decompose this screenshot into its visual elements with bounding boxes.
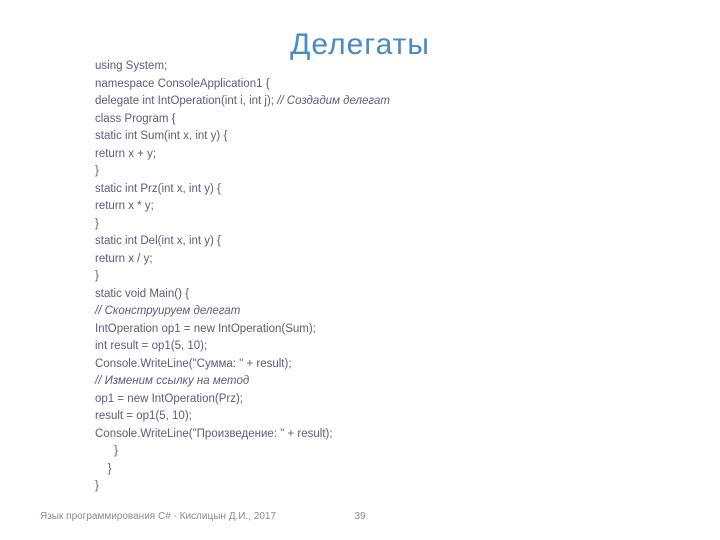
code-line: IntOperation op1 = new IntOperation(Sum)… [95, 321, 390, 339]
code-line: static int Sum(int x, int y) { [95, 128, 390, 146]
code-block: using System; namespace ConsoleApplicati… [95, 58, 390, 496]
code-comment: // Изменим ссылку на метод [95, 373, 390, 391]
code-line: return x + y; [95, 146, 390, 164]
code-line: return x / y; [95, 251, 390, 269]
code-line: Console.WriteLine("Произведение: " + res… [95, 426, 390, 444]
code-line: result = op1(5, 10); [95, 408, 390, 426]
code-line: } [95, 478, 390, 496]
code-line: delegate int IntOperation(int i, int j);… [95, 93, 390, 111]
code-line: class Program { [95, 111, 390, 129]
code-line: static void Main() { [95, 286, 390, 304]
code-line: using System; [95, 58, 390, 76]
code-line: Console.WriteLine("Сумма: " + result); [95, 356, 390, 374]
code-line: return x * y; [95, 198, 390, 216]
code-line: static int Del(int x, int y) { [95, 233, 390, 251]
code-line: } [95, 216, 390, 234]
code-line: } [95, 268, 390, 286]
code-line: namespace ConsoleApplication1 { [95, 76, 390, 94]
slide-title: Делегаты [0, 0, 720, 62]
code-line: } [95, 163, 390, 181]
code-line: op1 = new IntOperation(Prz); [95, 391, 390, 409]
code-line: static int Prz(int x, int y) { [95, 181, 390, 199]
code-comment: // Создадим делегат [277, 95, 390, 107]
code-line: } [95, 461, 390, 479]
page-number: 39 [0, 511, 720, 522]
code-text: delegate int IntOperation(int i, int j); [95, 95, 277, 107]
code-line: int result = op1(5, 10); [95, 338, 390, 356]
code-line: } [95, 443, 390, 461]
code-comment: // Сконструируем делегат [95, 303, 390, 321]
